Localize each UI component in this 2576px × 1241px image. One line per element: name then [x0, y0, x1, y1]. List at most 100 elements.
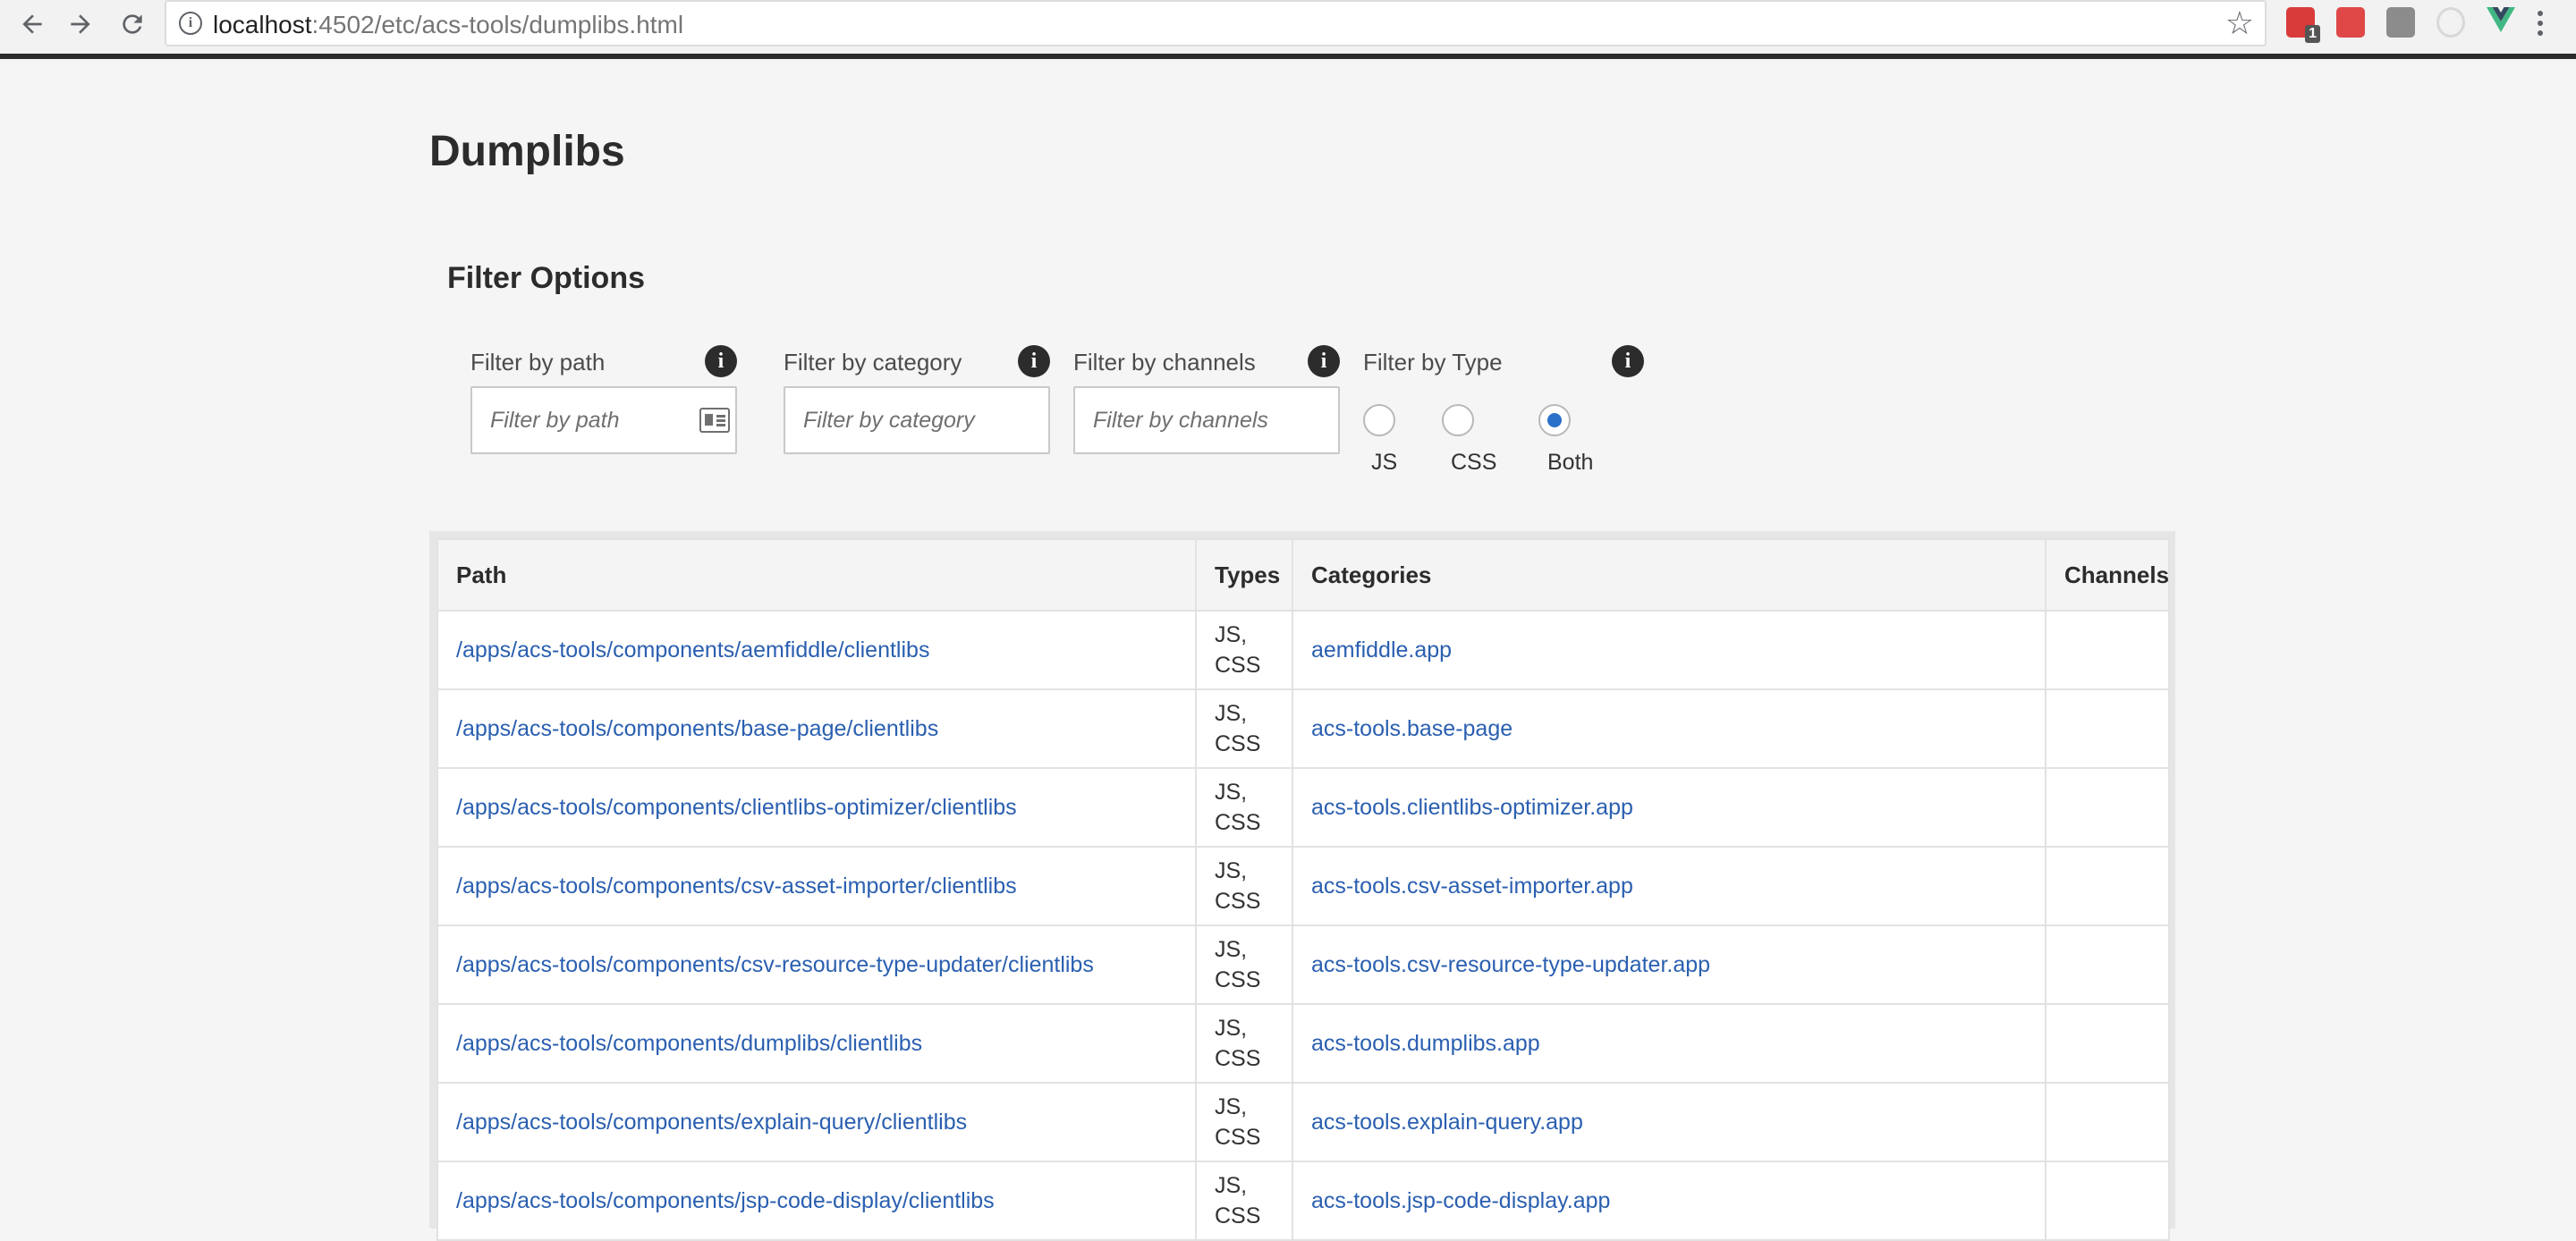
category-link[interactable]: acs-tools.clientlibs-optimizer.app: [1311, 795, 1633, 820]
filter-path-input[interactable]: [470, 386, 737, 454]
cell-category: acs-tools.csv-resource-type-updater.app: [1292, 924, 2046, 1005]
type-css: CSS: [1215, 810, 1261, 835]
cell-channels: [2045, 1161, 2170, 1241]
cell-path: /apps/acs-tools/components/clientlibs-op…: [436, 767, 1197, 848]
browser-menu-icon[interactable]: [2529, 5, 2551, 41]
cell-channels: [2045, 1003, 2170, 1084]
extension-gray-icon[interactable]: [2386, 7, 2415, 38]
site-info-icon[interactable]: i: [179, 12, 202, 35]
table-row: /apps/acs-tools/components/clientlibs-op…: [436, 767, 2170, 848]
filter-type-info-icon[interactable]: i: [1612, 345, 1644, 377]
cell-types: JS, CSS: [1195, 688, 1293, 769]
type-radio-js[interactable]: [1363, 404, 1395, 436]
path-browse-icon[interactable]: [699, 408, 730, 433]
extension-badge: 1: [2305, 25, 2320, 43]
path-link[interactable]: /apps/acs-tools/components/clientlibs-op…: [456, 795, 1017, 820]
address-bar[interactable]: i localhost:4502/etc/acs-tools/dumplibs.…: [165, 0, 2267, 46]
cell-path: /apps/acs-tools/components/csv-asset-imp…: [436, 846, 1197, 926]
type-css: CSS: [1215, 731, 1261, 756]
cell-path: /apps/acs-tools/components/explain-query…: [436, 1082, 1197, 1162]
path-link[interactable]: /apps/acs-tools/components/jsp-code-disp…: [456, 1188, 995, 1213]
type-js: JS,: [1215, 1094, 1248, 1119]
path-link[interactable]: /apps/acs-tools/components/aemfiddle/cli…: [456, 637, 929, 663]
table-row: /apps/acs-tools/components/csv-resource-…: [436, 924, 2170, 1005]
cell-types: JS, CSS: [1195, 610, 1293, 690]
table-row: /apps/acs-tools/components/explain-query…: [436, 1082, 2170, 1162]
forward-icon[interactable]: [61, 5, 100, 43]
type-radio-css-label: CSS: [1451, 450, 1497, 475]
type-css: CSS: [1215, 1046, 1261, 1071]
column-header-types: Types: [1195, 538, 1293, 612]
filter-channels-label: Filter by channels: [1073, 349, 1256, 376]
type-css: CSS: [1215, 653, 1261, 678]
address-url[interactable]: localhost:4502/etc/acs-tools/dumplibs.ht…: [213, 11, 683, 39]
path-link[interactable]: /apps/acs-tools/components/base-page/cli…: [456, 716, 938, 741]
type-css: CSS: [1215, 889, 1261, 914]
category-link[interactable]: acs-tools.csv-asset-importer.app: [1311, 874, 1633, 899]
type-radio-both[interactable]: [1538, 404, 1571, 436]
category-link[interactable]: acs-tools.csv-resource-type-updater.app: [1311, 952, 1710, 977]
category-link[interactable]: aemfiddle.app: [1311, 637, 1452, 663]
browser-toolbar: i localhost:4502/etc/acs-tools/dumplibs.…: [0, 0, 2576, 59]
table-header-row: Path Types Categories Channels: [436, 538, 2170, 612]
table-row: /apps/acs-tools/components/csv-asset-imp…: [436, 846, 2170, 926]
cell-channels: [2045, 688, 2170, 769]
type-js: JS,: [1215, 622, 1248, 647]
reload-icon[interactable]: [113, 5, 152, 43]
cell-category: aemfiddle.app: [1292, 610, 2046, 690]
filter-category-label: Filter by category: [784, 349, 962, 376]
column-header-channels: Channels: [2045, 538, 2170, 612]
type-js: JS,: [1215, 1016, 1248, 1041]
cell-channels: [2045, 610, 2170, 690]
cell-channels: [2045, 924, 2170, 1005]
filter-type-label: Filter by Type: [1363, 349, 1503, 376]
filter-options-heading: Filter Options: [447, 261, 645, 295]
filter-category-info-icon[interactable]: i: [1018, 345, 1050, 377]
path-link[interactable]: /apps/acs-tools/components/explain-query…: [456, 1110, 967, 1135]
vue-devtools-icon[interactable]: [2487, 7, 2515, 38]
type-radio-both-label: Both: [1547, 450, 1594, 475]
category-link[interactable]: acs-tools.explain-query.app: [1311, 1110, 1583, 1135]
cell-path: /apps/acs-tools/components/base-page/cli…: [436, 688, 1197, 769]
extension-circle-icon[interactable]: [2436, 7, 2465, 38]
type-css: CSS: [1215, 1203, 1261, 1228]
filter-path-label: Filter by path: [470, 349, 606, 376]
type-radio-css[interactable]: [1442, 404, 1474, 436]
path-link[interactable]: /apps/acs-tools/components/csv-resource-…: [456, 952, 1094, 977]
category-link[interactable]: acs-tools.jsp-code-display.app: [1311, 1188, 1610, 1213]
cell-channels: [2045, 767, 2170, 848]
clientlibs-table: Path Types Categories Channels /apps/acs…: [429, 531, 2175, 1241]
filter-channels-info-icon[interactable]: i: [1308, 345, 1340, 377]
cell-category: acs-tools.clientlibs-optimizer.app: [1292, 767, 2046, 848]
table-row: /apps/acs-tools/components/dumplibs/clie…: [436, 1003, 2170, 1084]
column-header-categories: Categories: [1292, 538, 2046, 612]
type-css: CSS: [1215, 1125, 1261, 1150]
extension-icon[interactable]: 1: [2286, 7, 2320, 43]
path-link[interactable]: /apps/acs-tools/components/dumplibs/clie…: [456, 1031, 922, 1056]
cell-channels: [2045, 1082, 2170, 1162]
table-row: /apps/acs-tools/components/aemfiddle/cli…: [436, 610, 2170, 690]
filter-category-input[interactable]: [784, 386, 1050, 454]
cell-types: JS, CSS: [1195, 1003, 1293, 1084]
filter-path-info-icon[interactable]: i: [705, 345, 737, 377]
extension-stack-icon[interactable]: [2336, 7, 2365, 38]
back-icon[interactable]: [13, 5, 52, 43]
type-js: JS,: [1215, 701, 1248, 726]
cell-path: /apps/acs-tools/components/aemfiddle/cli…: [436, 610, 1197, 690]
path-link[interactable]: /apps/acs-tools/components/csv-asset-imp…: [456, 874, 1017, 899]
cell-category: acs-tools.jsp-code-display.app: [1292, 1161, 2046, 1241]
type-js: JS,: [1215, 1173, 1248, 1198]
type-js: JS,: [1215, 858, 1248, 883]
category-link[interactable]: acs-tools.base-page: [1311, 716, 1513, 741]
table-row: /apps/acs-tools/components/base-page/cli…: [436, 688, 2170, 769]
category-link[interactable]: acs-tools.dumplibs.app: [1311, 1031, 1540, 1056]
page-title: Dumplibs: [429, 128, 625, 175]
cell-category: acs-tools.csv-asset-importer.app: [1292, 846, 2046, 926]
bookmark-star-icon[interactable]: ☆: [2225, 7, 2254, 39]
filter-channels-input[interactable]: [1073, 386, 1340, 454]
cell-types: JS, CSS: [1195, 846, 1293, 926]
cell-path: /apps/acs-tools/components/dumplibs/clie…: [436, 1003, 1197, 1084]
cell-types: JS, CSS: [1195, 1161, 1293, 1241]
table-row: /apps/acs-tools/components/jsp-code-disp…: [436, 1161, 2170, 1241]
type-js: JS,: [1215, 937, 1248, 962]
